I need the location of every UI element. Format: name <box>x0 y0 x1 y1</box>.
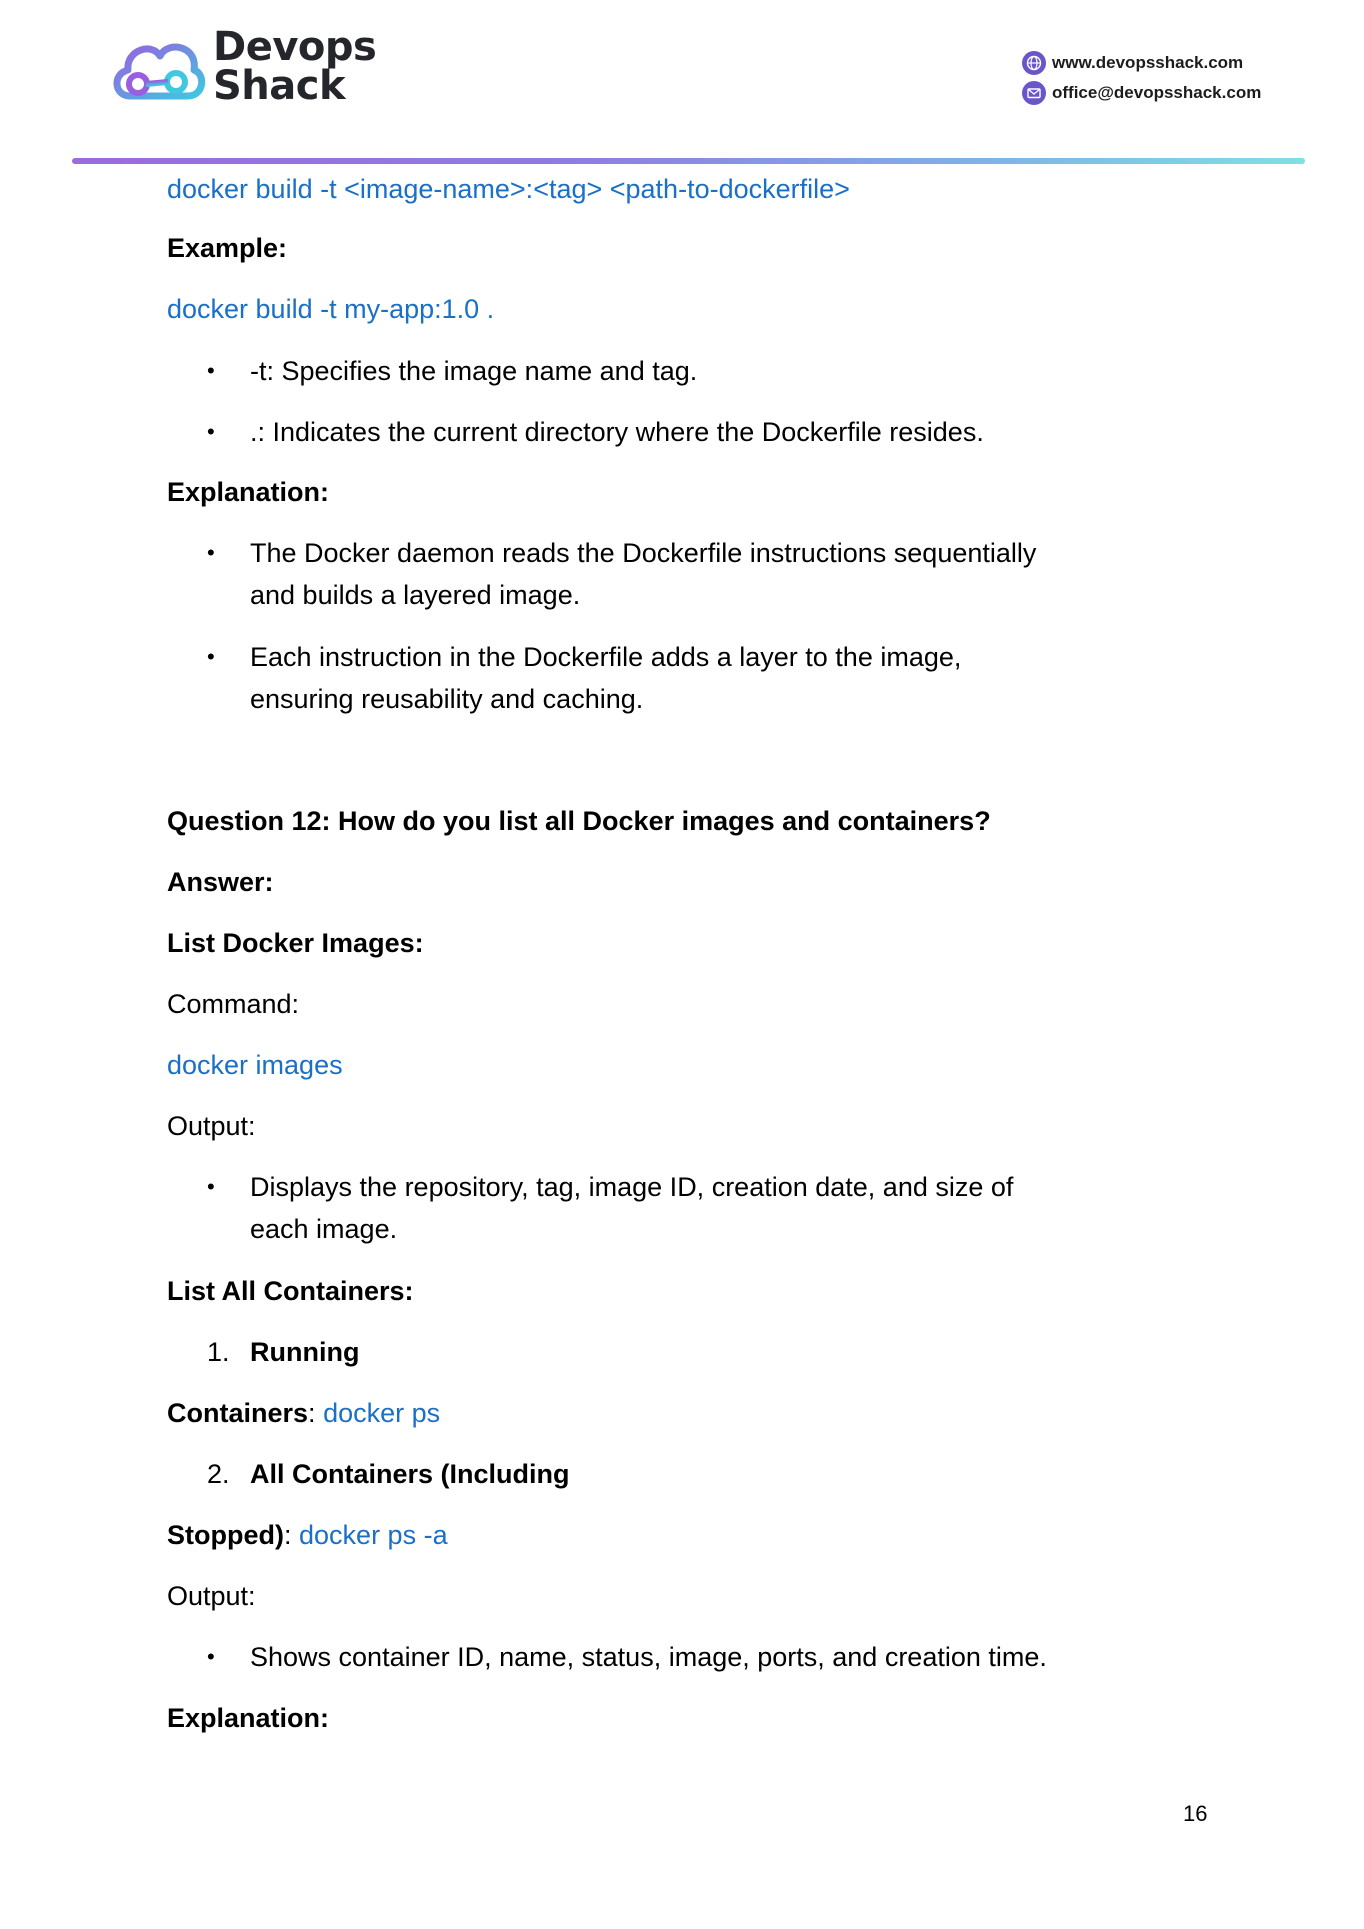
cloud-logo-icon <box>113 43 206 100</box>
explanation-heading: Explanation: <box>167 477 330 507</box>
bullet: • <box>207 540 215 565</box>
example-point-1: -t: Specifies the image name and tag. <box>250 356 698 386</box>
running-label: Running <box>250 1337 360 1367</box>
colon: : <box>283 1520 292 1550</box>
list-number-2: 2. <box>207 1459 230 1489</box>
website-link[interactable]: www.devopsshack.com <box>1052 53 1243 73</box>
header-divider <box>72 158 1305 164</box>
example-point-2: .: Indicates the current directory where… <box>250 417 984 447</box>
explanation-point-1-line-1: The Docker daemon reads the Dockerfile i… <box>250 538 1037 568</box>
contact-info: www.devopsshack.com office@devopsshack.c… <box>1022 48 1261 108</box>
images-output-line-2: each image. <box>250 1214 398 1244</box>
example-heading: Example: <box>167 233 288 263</box>
images-command: docker images <box>167 1050 343 1080</box>
list-images-heading: List Docker Images: <box>167 928 424 958</box>
containers-label: Containers <box>167 1398 309 1428</box>
bullet: • <box>207 1174 215 1199</box>
answer-heading: Answer: <box>167 867 274 897</box>
containers-output: Shows container ID, name, status, image,… <box>250 1642 1047 1672</box>
logo-line-2: Shack <box>213 63 346 109</box>
bullet: • <box>207 419 215 444</box>
explanation-point-2-line-1: Each instruction in the Dockerfile adds … <box>250 642 962 672</box>
explanation-heading-2: Explanation: <box>167 1703 330 1733</box>
images-output-line-1: Displays the repository, tag, image ID, … <box>250 1172 1014 1202</box>
email-row: office@devopsshack.com <box>1022 78 1261 108</box>
logo-line-1: Devops <box>213 24 377 70</box>
page-number: 16 <box>1183 1801 1208 1826</box>
email-link[interactable]: office@devopsshack.com <box>1052 83 1261 103</box>
explanation-point-1-line-2: and builds a layered image. <box>250 580 581 610</box>
stopped-label: Stopped) <box>167 1520 284 1550</box>
output-label-2: Output: <box>167 1581 256 1611</box>
logo-text: Devops Shack <box>213 24 377 109</box>
mail-icon <box>1022 81 1046 105</box>
command-label: Command: <box>167 989 300 1019</box>
all-containers-label: All Containers (Including <box>250 1459 570 1489</box>
example-command: docker build -t my-app:1.0 . <box>167 294 495 324</box>
question-heading: Question 12: How do you list all Docker … <box>167 806 991 836</box>
list-number-1: 1. <box>207 1337 230 1367</box>
bullet: • <box>207 1644 215 1669</box>
ps-command: docker ps <box>323 1398 441 1428</box>
ps-a-command: docker ps -a <box>299 1520 448 1550</box>
build-syntax: docker build -t <image-name>:<tag> <path… <box>167 174 850 204</box>
containers-line: Containers: docker ps <box>167 1392 440 1434</box>
explanation-point-2-line-2: ensuring reusability and caching. <box>250 684 644 714</box>
list-containers-heading: List All Containers: <box>167 1276 414 1306</box>
colon: : <box>308 1398 316 1428</box>
bullet: • <box>207 358 215 383</box>
output-label: Output: <box>167 1111 256 1141</box>
logo: Devops Shack <box>108 26 378 112</box>
stopped-line: Stopped): docker ps -a <box>167 1514 448 1556</box>
bullet: • <box>207 644 215 669</box>
website-row: www.devopsshack.com <box>1022 48 1261 78</box>
globe-icon <box>1022 51 1046 75</box>
